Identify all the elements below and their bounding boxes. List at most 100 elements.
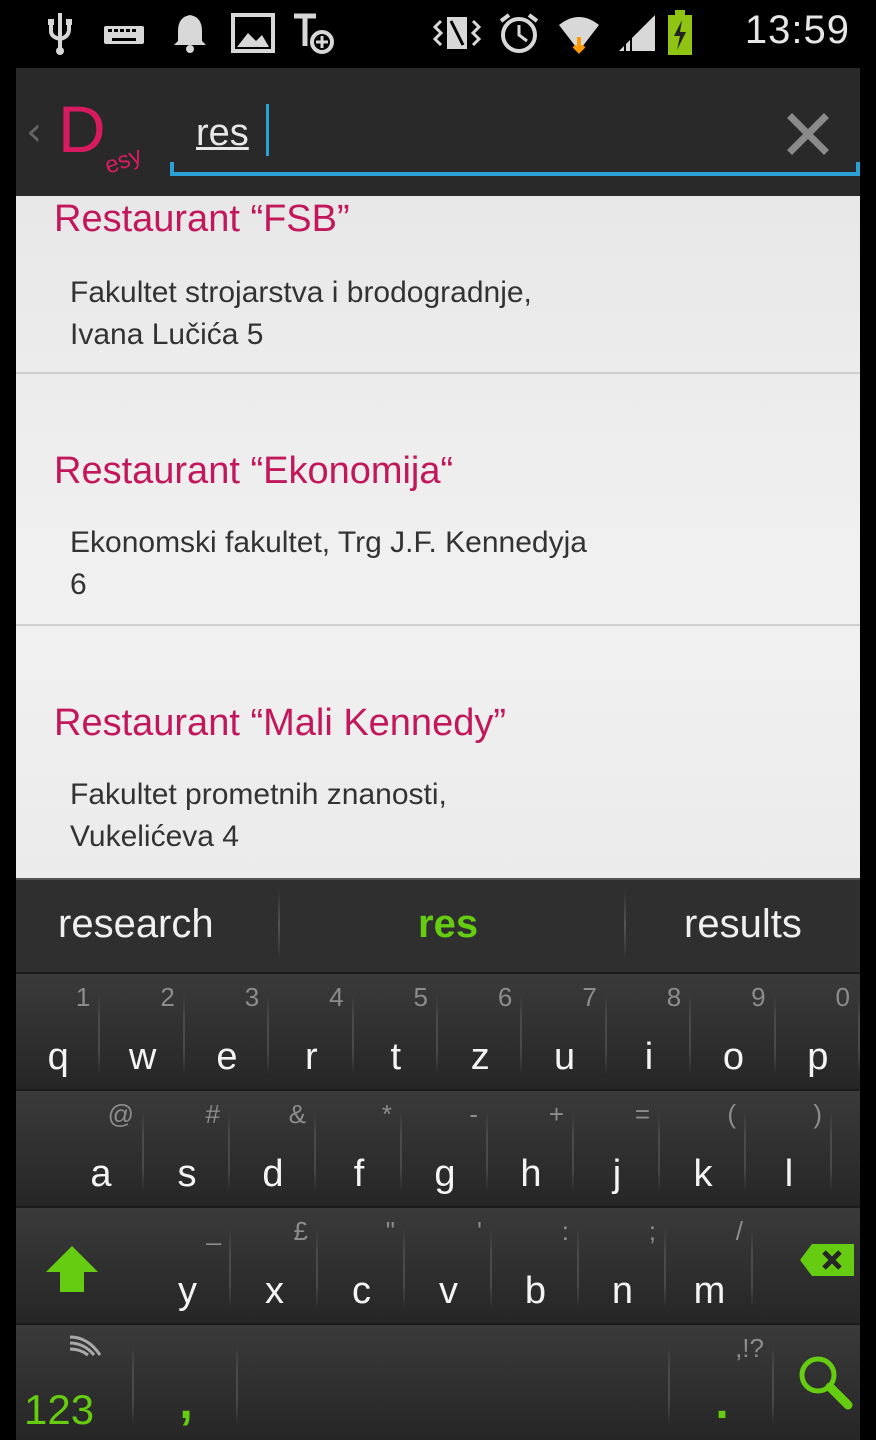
key-secondary-label: 1 bbox=[75, 982, 91, 1012]
result-address: Fakultet strojarstva i brodogradnje, Iva… bbox=[70, 272, 750, 356]
key-x[interactable]: £ x bbox=[231, 1208, 318, 1325]
key-h[interactable]: + h bbox=[488, 1091, 574, 1208]
key-label: q bbox=[47, 1036, 69, 1078]
search-field[interactable]: res bbox=[170, 92, 860, 182]
comma-key[interactable]: , bbox=[134, 1325, 238, 1440]
period-key[interactable]: ,!? . bbox=[670, 1325, 774, 1440]
key-i[interactable]: 8i bbox=[607, 974, 692, 1091]
key-o[interactable]: 9o bbox=[691, 974, 776, 1091]
key-label: r bbox=[305, 1036, 318, 1078]
key-k[interactable]: (k bbox=[660, 1091, 746, 1208]
text-cursor bbox=[266, 104, 269, 156]
key-secondary-label: _ bbox=[206, 1216, 221, 1246]
key-p[interactable]: 0p bbox=[776, 974, 860, 1091]
key-l[interactable]: ) l bbox=[746, 1091, 832, 1208]
key-q[interactable]: 1q bbox=[16, 974, 101, 1091]
result-title: Restaurant “Mali Kennedy” bbox=[54, 702, 506, 744]
key-t[interactable]: 5t bbox=[354, 974, 438, 1091]
key-secondary-label: ' bbox=[477, 1216, 482, 1246]
key-secondary-label: 7 bbox=[582, 982, 597, 1012]
key-a[interactable]: @ a bbox=[58, 1091, 144, 1208]
key-y[interactable]: _ y bbox=[144, 1208, 231, 1325]
key-row-1: 1q2w3e4r5t6z7u8i9o0p bbox=[16, 972, 860, 1089]
key-divider bbox=[830, 1111, 832, 1191]
suggestion-res[interactable]: res bbox=[418, 902, 478, 947]
space-key[interactable] bbox=[238, 1325, 670, 1440]
list-item[interactable]: Restaurant “FSB” Fakultet strojarstva i … bbox=[16, 196, 860, 374]
comma-label: , bbox=[179, 1376, 193, 1429]
key-label: z bbox=[470, 1036, 490, 1078]
key-secondary-label: 0 bbox=[835, 982, 850, 1012]
key-label: l bbox=[784, 1153, 794, 1195]
svg-text:esy: esy bbox=[101, 142, 145, 180]
address-line: 6 bbox=[70, 568, 87, 601]
key-secondary-label: = bbox=[634, 1099, 650, 1129]
key-f[interactable]: * f bbox=[316, 1091, 402, 1208]
key-label: v bbox=[439, 1270, 458, 1312]
key-u[interactable]: 7u bbox=[522, 974, 607, 1091]
key-label: m bbox=[693, 1270, 726, 1312]
key-secondary-label: # bbox=[205, 1099, 220, 1129]
status-bar: 13:59 bbox=[16, 0, 860, 68]
keyboard-icon bbox=[100, 10, 148, 56]
key-g[interactable]: -g bbox=[402, 1091, 488, 1208]
key-v[interactable]: ' v bbox=[405, 1208, 492, 1325]
key-row-3: _ y £ x " c ' v: b; n / m bbox=[16, 1206, 860, 1323]
key-label: i bbox=[644, 1036, 654, 1078]
backspace-key[interactable] bbox=[760, 1208, 860, 1325]
key-secondary-label: & bbox=[288, 1099, 306, 1129]
results-list: Restaurant “FSB” Fakultet strojarstva i … bbox=[16, 196, 860, 878]
period-secondary: ,!? bbox=[735, 1333, 764, 1363]
key-secondary-label: @ bbox=[107, 1099, 134, 1129]
key-label: d bbox=[262, 1153, 284, 1195]
clear-icon[interactable] bbox=[786, 112, 830, 156]
usb-icon bbox=[42, 10, 78, 56]
key-label: w bbox=[128, 1036, 157, 1078]
list-item[interactable]: Restaurant “Mali Kennedy” Fakultet prome… bbox=[16, 626, 860, 878]
suggestion-research[interactable]: research bbox=[58, 902, 214, 947]
key-label: o bbox=[722, 1036, 744, 1078]
back-chevron-icon[interactable]: ‹ bbox=[26, 112, 42, 152]
key-w[interactable]: 2w bbox=[100, 974, 185, 1091]
numbers-key[interactable]: 123 bbox=[16, 1325, 134, 1440]
key-r[interactable]: 4r bbox=[269, 974, 354, 1091]
address-line: Fakultet prometnih znanosti, bbox=[70, 778, 447, 811]
key-d[interactable]: & d bbox=[230, 1091, 316, 1208]
search-input[interactable]: res bbox=[196, 112, 249, 155]
key-j[interactable]: = j bbox=[574, 1091, 660, 1208]
address-line: Ivana Lučića 5 bbox=[70, 318, 264, 351]
key-secondary-label: * bbox=[381, 1099, 392, 1129]
key-label: x bbox=[265, 1270, 284, 1312]
key-label: j bbox=[612, 1153, 622, 1195]
suggestion-results[interactable]: results bbox=[684, 902, 802, 947]
key-secondary-label: 4 bbox=[329, 982, 344, 1012]
image-icon bbox=[228, 10, 278, 56]
svg-text:D: D bbox=[58, 92, 106, 166]
key-c[interactable]: " c bbox=[318, 1208, 405, 1325]
key-secondary-label: 8 bbox=[666, 982, 682, 1012]
key-s[interactable]: # s bbox=[144, 1091, 230, 1208]
address-line: Vukelićeva 4 bbox=[70, 820, 239, 853]
shift-key[interactable] bbox=[16, 1208, 134, 1325]
key-m[interactable]: / m bbox=[666, 1208, 753, 1325]
key-label: h bbox=[520, 1153, 542, 1195]
swiftkey-logo-icon bbox=[69, 1335, 102, 1357]
key-z[interactable]: 6z bbox=[438, 974, 523, 1091]
result-address: Ekonomski fakultet, Trg J.F. Kennedyja 6 bbox=[70, 522, 750, 606]
battery-charging-icon bbox=[666, 10, 694, 56]
key-secondary-label: " bbox=[385, 1216, 395, 1246]
vibrate-icon bbox=[430, 10, 484, 56]
key-b[interactable]: :b bbox=[492, 1208, 579, 1325]
list-item[interactable]: Restaurant “Ekonomija“ Ekonomski fakulte… bbox=[16, 374, 860, 626]
key-secondary-label: ; bbox=[648, 1216, 656, 1246]
key-secondary-label: 2 bbox=[160, 982, 175, 1012]
key-e[interactable]: 3e bbox=[185, 974, 270, 1091]
search-underline bbox=[170, 162, 860, 176]
search-key[interactable] bbox=[774, 1325, 860, 1440]
key-n[interactable]: ; n bbox=[579, 1208, 666, 1325]
app-logo[interactable]: D esy bbox=[58, 90, 158, 180]
wifi-icon bbox=[556, 10, 602, 56]
text-add-icon bbox=[288, 10, 338, 56]
numbers-label: 123 bbox=[24, 1386, 95, 1433]
result-address: Fakultet prometnih znanosti, Vukelićeva … bbox=[70, 774, 750, 858]
